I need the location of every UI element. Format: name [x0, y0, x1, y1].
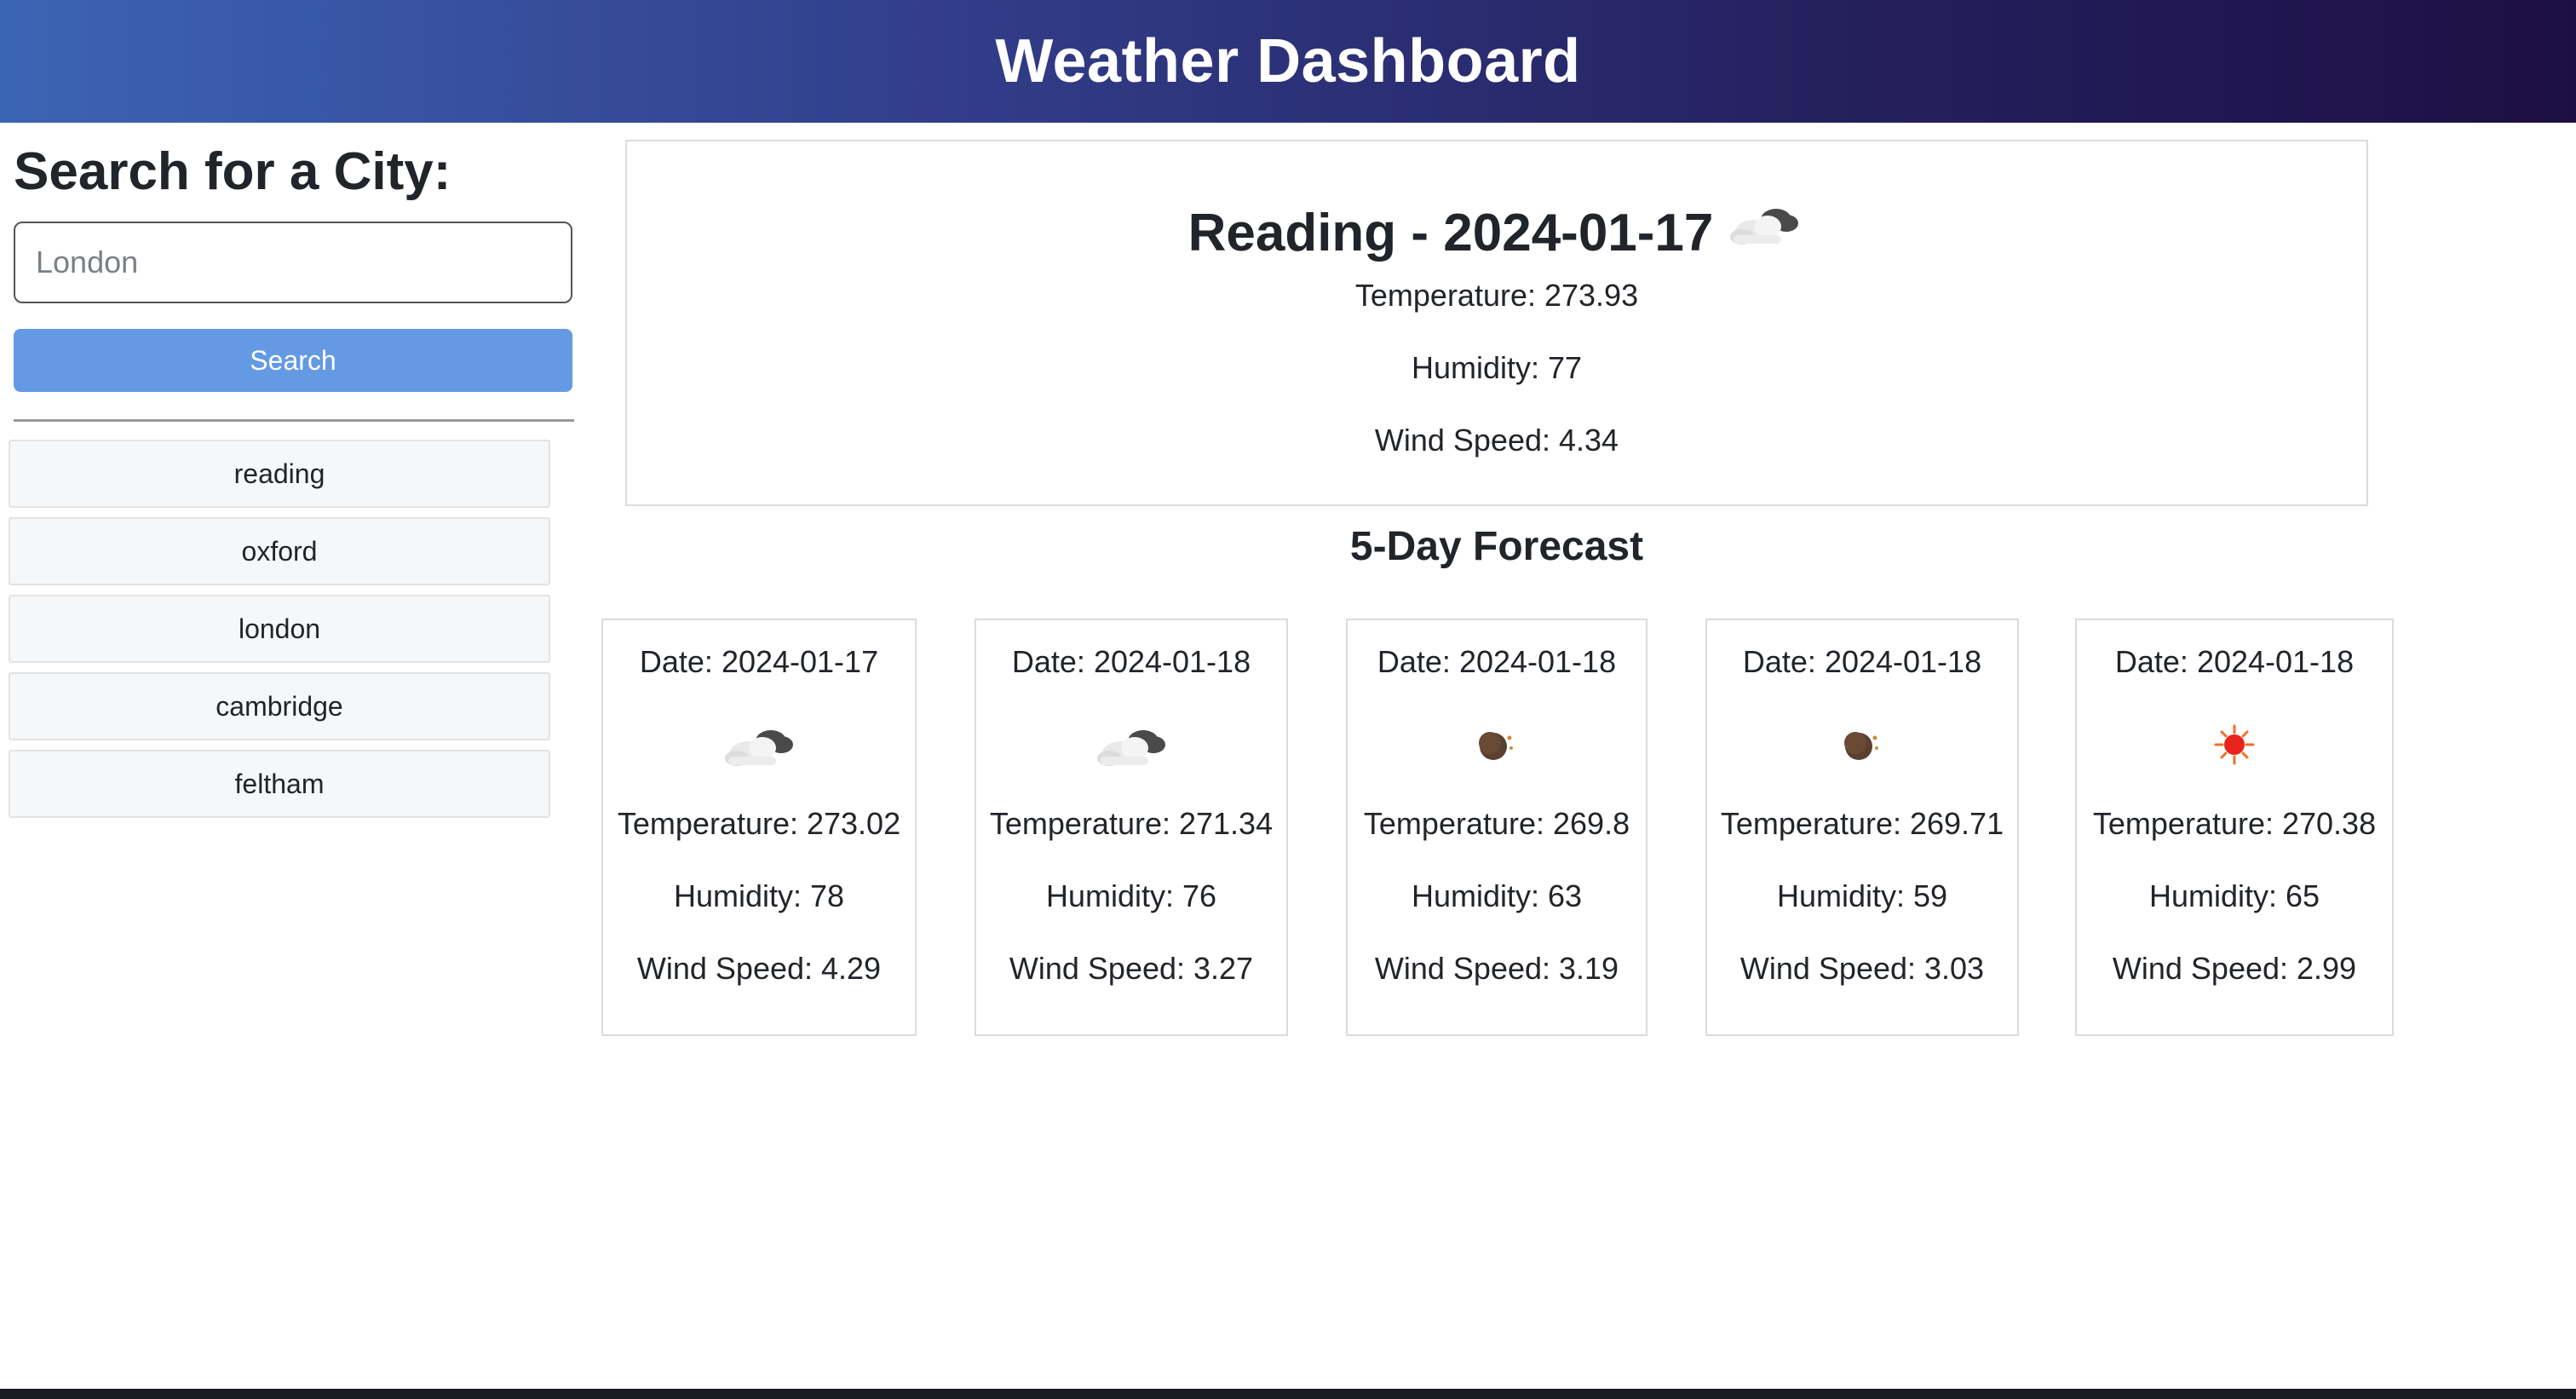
sun-icon: [2194, 714, 2275, 774]
history-item-cambridge[interactable]: cambridge: [9, 672, 550, 740]
forecast-date: Date: 2024-01-18: [1011, 644, 1251, 679]
current-temperature: Temperature: 273.93: [1354, 278, 1639, 313]
forecast-heading: 5-Day Forecast: [1349, 524, 1644, 569]
forecast-humidity: Humidity: 59: [1776, 878, 1948, 913]
forecast-card: Date: 2024-01-18 Temperature: 270.38 Hum…: [2075, 619, 2394, 1036]
forecast-wind-speed: Wind Speed: 3.19: [1374, 951, 1619, 986]
forecast-icon-wrap: [2077, 714, 2392, 774]
current-title-row: Reading - 2024-01-17: [627, 193, 2366, 263]
current-weather-card: Reading - 2024-01-17 Temperature: 273.93…: [625, 140, 2368, 506]
sidebar-divider: [14, 419, 574, 422]
moon-icon: [1456, 714, 1538, 774]
city-search-input[interactable]: [14, 222, 572, 303]
bottom-strip: [0, 1389, 2576, 1399]
forecast-temperature: Temperature: 271.34: [989, 806, 1274, 841]
forecast-wind-speed: Wind Speed: 4.29: [636, 951, 882, 986]
forecast-date: Date: 2024-01-18: [1377, 644, 1617, 679]
history-item-feltham[interactable]: feltham: [9, 750, 550, 818]
forecast-humidity: Humidity: 78: [673, 878, 845, 913]
forecast-wind-speed: Wind Speed: 3.03: [1739, 951, 1985, 986]
forecast-wind-speed: Wind Speed: 3.27: [1009, 951, 1254, 986]
history-item-reading[interactable]: reading: [9, 440, 550, 508]
search-button[interactable]: Search: [14, 329, 572, 392]
app-header: Weather Dashboard: [0, 0, 2576, 123]
current-humidity: Humidity: 77: [1411, 350, 1583, 385]
forecast-wind-speed: Wind Speed: 2.99: [2112, 951, 2357, 986]
forecast-temperature: Temperature: 270.38: [2092, 806, 2377, 841]
forecast-temperature: Temperature: 273.02: [617, 806, 901, 841]
current-city-title: Reading - 2024-01-17: [1187, 204, 1714, 262]
history-item-london[interactable]: london: [9, 595, 550, 663]
forecast-icon-wrap: [1348, 714, 1646, 774]
forecast-temperature: Temperature: 269.8: [1363, 806, 1630, 841]
forecast-humidity: Humidity: 63: [1411, 878, 1583, 913]
forecast-card: Date: 2024-01-18 Temperature: 269.71 Hum…: [1705, 619, 2019, 1036]
forecast-humidity: Humidity: 65: [2148, 878, 2320, 913]
history-item-oxford[interactable]: oxford: [9, 517, 550, 585]
forecast-card: Date: 2024-01-18 Temperature: 269.8 Humi…: [1346, 619, 1647, 1036]
forecast-icon-wrap: [1707, 714, 2017, 774]
cloudy-icon: [718, 714, 800, 774]
search-heading: Search for a City:: [14, 142, 451, 201]
page-title: Weather Dashboard: [995, 27, 1581, 95]
forecast-icon-wrap: [603, 714, 915, 774]
cloudy-icon: [1723, 193, 1805, 252]
forecast-date: Date: 2024-01-18: [2114, 644, 2355, 679]
forecast-icon-wrap: [976, 714, 1286, 774]
forecast-date: Date: 2024-01-18: [1742, 644, 1982, 679]
forecast-card: Date: 2024-01-18 Temperature: 271.34 Hum…: [975, 619, 1288, 1036]
forecast-card: Date: 2024-01-17 Temperature: 273.02 Hum…: [601, 619, 917, 1036]
current-wind-speed: Wind Speed: 4.34: [1374, 423, 1619, 458]
search-history-list: reading oxford london cambridge feltham: [9, 440, 550, 827]
forecast-temperature: Temperature: 269.71: [1720, 806, 2004, 841]
forecast-date: Date: 2024-01-17: [639, 644, 879, 679]
cloudy-icon: [1090, 714, 1172, 774]
forecast-humidity: Humidity: 76: [1045, 878, 1217, 913]
moon-icon: [1821, 714, 1903, 774]
page: Weather Dashboard Search for a City: Sea…: [0, 0, 2576, 1399]
